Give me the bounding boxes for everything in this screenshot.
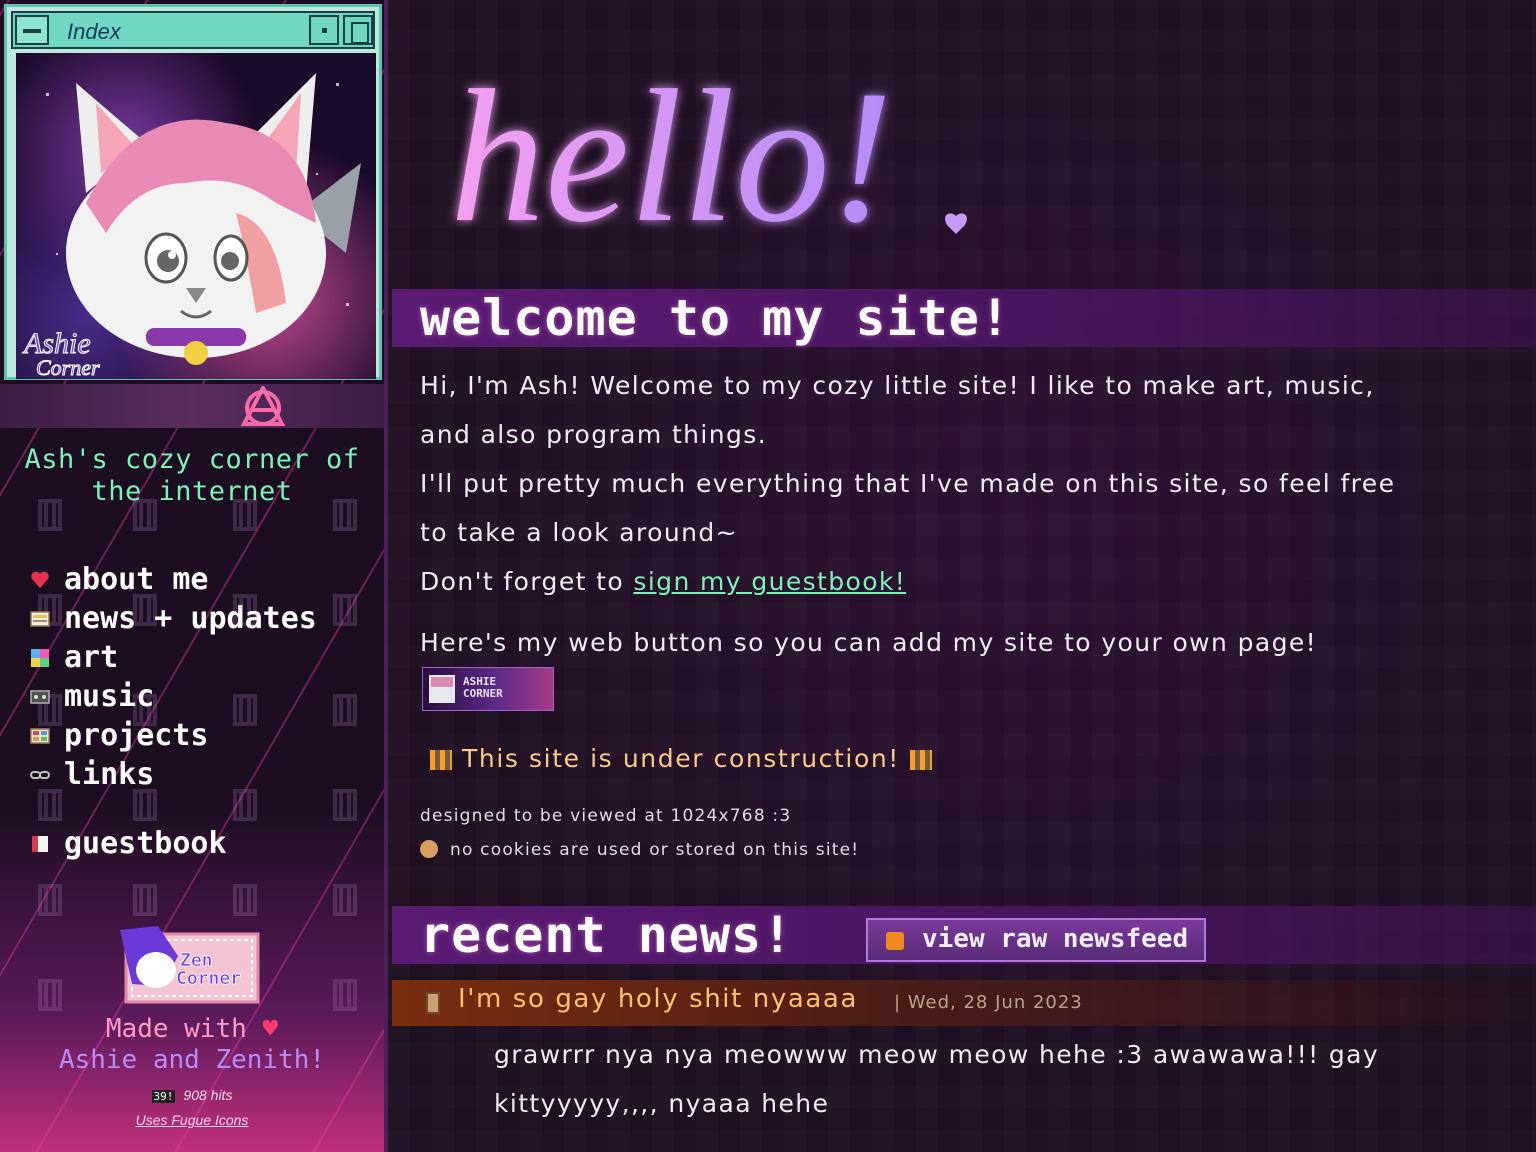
nav-news-updates-label: news + updates [64, 601, 317, 636]
badge-line2: Corner [176, 968, 241, 989]
book-icon [32, 836, 48, 852]
grid-icon [30, 728, 50, 744]
made-with-names: Ashie and Zenith! [58, 1045, 326, 1075]
cassette-icon [30, 690, 50, 704]
svg-text:Corner: Corner [36, 355, 100, 379]
welcome-heading: welcome to my site! [420, 289, 1011, 347]
nav-projects[interactable]: projects [30, 718, 360, 754]
avatar: Ashie Corner [16, 53, 376, 379]
triangle-emblem-icon [240, 386, 286, 426]
rss-button-label: view raw newsfeed [922, 924, 1189, 954]
window-title: Index [67, 19, 121, 44]
sidebar: Index Ashie Corner Ash's cozy corner of … [0, 0, 388, 1152]
heart-icon [31, 571, 49, 588]
intro-line2: and also program things. [420, 420, 768, 449]
hit-counter: 39! 908 hits [0, 1087, 384, 1103]
newspaper-icon [30, 611, 50, 627]
guestbook-line: Don't forget to sign my guestbook! [420, 557, 1510, 606]
window-minimize-button[interactable] [309, 15, 339, 45]
nav-about-me[interactable]: about me [30, 562, 360, 598]
zen-corner-badge-image: Zen Corner [120, 926, 260, 1004]
nav-projects-label: projects [64, 718, 209, 753]
news-heading: recent news! [420, 906, 794, 964]
nav-art[interactable]: art [30, 640, 360, 676]
site-title-line1: Ash's cozy corner of [24, 444, 360, 475]
news-item-body: grawrrr nya nya meowww meow meow hehe :3… [494, 1040, 1380, 1118]
nav-art-label: art [64, 640, 119, 675]
intro-text: Hi, I'm Ash! Welcome to my cozy little s… [420, 361, 1510, 606]
nav-links-label: links [64, 757, 155, 792]
guestbook-prefix: Don't forget to [420, 567, 634, 596]
zen-corner-badge[interactable]: Zen Corner [118, 926, 260, 1004]
hello-banner: hello! [450, 52, 967, 260]
intro-line4: to take a look around~ [420, 518, 738, 547]
hit-counter-badge: 39! [151, 1090, 176, 1103]
viewed-at-note: designed to be viewed at 1024x768 :3 [420, 806, 792, 826]
construction-barrier-icon [430, 750, 452, 770]
nav-music[interactable]: music [30, 679, 360, 715]
web-button[interactable]: ASHIE CORNER [422, 667, 554, 711]
window-maximize-button[interactable] [343, 15, 373, 45]
guestbook-link[interactable]: sign my guestbook! [633, 567, 906, 596]
view-raw-newsfeed-button[interactable]: view raw newsfeed [866, 918, 1206, 962]
window-titlebar[interactable]: Index [11, 11, 375, 49]
avatar-window: Index Ashie Corner [4, 4, 382, 380]
web-button-avatar-icon [429, 675, 455, 703]
made-with-credit: Made with ♥ Ashie and Zenith! [0, 1014, 384, 1076]
nav-news-updates[interactable]: news + updates [30, 601, 360, 637]
nav-links[interactable]: links [30, 757, 360, 793]
intro-line1: Hi, I'm Ash! Welcome to my cozy little s… [420, 371, 1375, 400]
cookies-text: no cookies are used or stored on this si… [450, 840, 860, 860]
news-item-title: I'm so gay holy shit nyaaaa [458, 984, 858, 1014]
construction-notice: This site is under construction! [420, 744, 942, 773]
intro-line3: I'll put pretty much everything that I'v… [420, 469, 1396, 498]
web-button-label: ASHIE CORNER [463, 676, 503, 700]
construction-text: This site is under construction! [462, 744, 900, 773]
heart-icon: ♥ [262, 1014, 279, 1044]
site-title: Ash's cozy corner of the internet [0, 444, 384, 508]
news-item-date: | Wed, 28 Jun 2023 [894, 992, 1083, 1013]
hit-count: 908 hits [183, 1087, 233, 1103]
sidebar-divider [0, 384, 384, 428]
nav-music-label: music [64, 679, 155, 714]
fugue-icons-link[interactable]: Uses Fugue Icons [0, 1112, 384, 1128]
rss-icon [886, 932, 904, 950]
palette-icon [31, 649, 49, 667]
made-with-prefix: Made with [105, 1014, 247, 1044]
chain-link-icon [30, 771, 50, 779]
cookie-icon [420, 840, 438, 858]
nav-guestbook[interactable]: guestbook [30, 826, 360, 862]
cookies-note: no cookies are used or stored on this si… [420, 840, 859, 860]
avatar-illustration: Ashie Corner [22, 73, 361, 379]
nav-guestbook-label: guestbook [64, 826, 227, 861]
web-button-text: Here's my web button so you can add my s… [420, 628, 1318, 657]
document-icon [426, 992, 440, 1014]
web-button-label2: CORNER [463, 687, 503, 700]
nav-about-me-label: about me [64, 562, 209, 597]
construction-barrier-icon [909, 750, 932, 770]
hello-text: hello! [450, 52, 893, 260]
site-title-line2: the internet [91, 476, 293, 507]
window-menu-button[interactable] [15, 15, 49, 45]
